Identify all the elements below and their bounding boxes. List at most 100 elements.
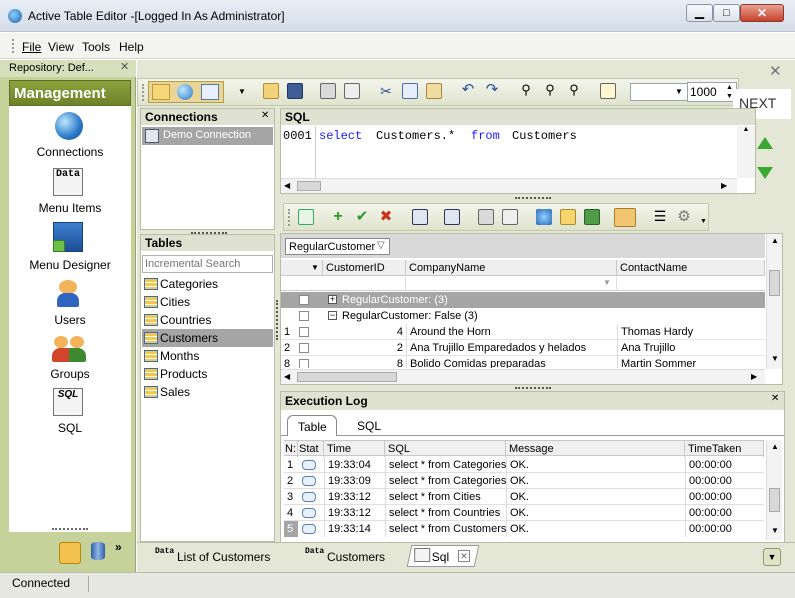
filter-cell[interactable]: ▼: [406, 277, 617, 291]
nav-sql[interactable]: SQL SQL: [9, 388, 131, 440]
undo-icon[interactable]: ↶: [460, 82, 476, 99]
scroll-down-icon[interactable]: ▼: [771, 526, 779, 535]
find-next-icon[interactable]: ⚲: [542, 83, 558, 99]
group-row-true[interactable]: + RegularCustomer: (3): [281, 292, 765, 308]
table-row[interactable]: 1 4 Around the Horn Thomas Hardy: [281, 324, 765, 340]
sql-editor[interactable]: 0001 select Customers.* from Customers: [281, 126, 737, 178]
filter-cell[interactable]: [323, 277, 406, 291]
expand-icon[interactable]: +: [328, 295, 337, 304]
close-icon[interactable]: ✕: [771, 393, 779, 404]
maximize-button[interactable]: □: [713, 4, 740, 22]
vertical-splitter[interactable]: [276, 300, 278, 340]
sidebar-splitter[interactable]: [52, 528, 88, 531]
log-col-message[interactable]: Message: [506, 441, 685, 457]
row-checkbox[interactable]: [299, 295, 309, 305]
log-col-sql[interactable]: SQL: [385, 441, 506, 457]
chart-icon[interactable]: [536, 209, 552, 225]
splitter[interactable]: [515, 197, 551, 199]
green-up-icon[interactable]: [757, 137, 773, 149]
print-icon[interactable]: [320, 83, 336, 99]
connection-select[interactable]: ▼: [630, 83, 688, 101]
sql-vscroll[interactable]: ▲: [737, 126, 755, 178]
group-row-false[interactable]: − RegularCustomer: False (3): [281, 308, 765, 324]
nav-connections[interactable]: Connections: [9, 112, 131, 164]
cell-customerid[interactable]: 2: [341, 340, 403, 356]
cell-contactname[interactable]: Martin Sommer: [617, 356, 765, 368]
lock-icon[interactable]: [59, 542, 81, 564]
table-row[interactable]: 4 19:33:12 select * from Countries OK. 0…: [284, 505, 764, 521]
row-checkbox[interactable]: [299, 359, 309, 368]
refresh-icon[interactable]: [298, 209, 314, 225]
cut-icon[interactable]: ✂: [378, 83, 394, 99]
close-tab-icon[interactable]: ✕: [458, 550, 470, 562]
list-item[interactable]: Months: [142, 347, 273, 365]
cell-companyname[interactable]: Around the Horn: [406, 324, 617, 340]
cell-customerid[interactable]: 8: [341, 356, 403, 368]
print-icon[interactable]: [478, 209, 494, 225]
table-row[interactable]: 2 19:33:09 select * from Categories OK. …: [284, 473, 764, 489]
group-by-chip[interactable]: RegularCustomer ▽: [285, 238, 390, 255]
cancel-icon[interactable]: ✖: [378, 209, 394, 225]
scroll-right-icon[interactable]: ▶: [721, 181, 727, 190]
save-icon[interactable]: [287, 83, 303, 99]
scroll-thumb[interactable]: [297, 181, 321, 191]
minimize-button[interactable]: ▁: [686, 4, 713, 22]
row-checkbox[interactable]: [299, 327, 309, 337]
image-icon[interactable]: [584, 209, 600, 225]
row-checkbox[interactable]: [299, 311, 309, 321]
cell-companyname[interactable]: Bolido Comidas preparadas: [406, 356, 617, 368]
redo-icon[interactable]: ↷: [484, 82, 500, 99]
column-header-contactname[interactable]: ContactName: [617, 260, 765, 276]
edit-note-icon[interactable]: [600, 83, 616, 99]
cell-customerid[interactable]: 4: [341, 324, 403, 340]
log-col-time[interactable]: Time: [324, 441, 385, 457]
tabs-menu-button[interactable]: ▼: [763, 548, 781, 566]
sql-hscroll[interactable]: ◀ ▶: [281, 178, 737, 193]
chevron-more-icon[interactable]: »: [115, 540, 122, 554]
tab-sql-active[interactable]: Sql ✕: [406, 545, 480, 567]
scroll-right-icon[interactable]: ▶: [751, 372, 757, 381]
find-icon[interactable]: [444, 209, 460, 225]
collapse-icon[interactable]: −: [328, 311, 337, 320]
check-icon[interactable]: ✔: [354, 209, 370, 225]
list-item-selected[interactable]: Customers: [142, 329, 273, 347]
scroll-thumb[interactable]: [769, 488, 780, 512]
nav-menu-designer[interactable]: Menu Designer: [9, 222, 131, 276]
scroll-thumb[interactable]: [769, 270, 780, 296]
find-icon[interactable]: ⚲: [518, 83, 534, 99]
close-icon[interactable]: ✕: [120, 60, 129, 73]
nav-menu-items[interactable]: Data Menu Items: [9, 168, 131, 220]
list-item[interactable]: Categories: [142, 275, 273, 293]
settings-icon[interactable]: ⚙: [676, 209, 692, 225]
connection-item[interactable]: Demo Connection: [142, 127, 273, 145]
paste-icon[interactable]: [426, 83, 442, 99]
cell-contactname[interactable]: Thomas Hardy: [617, 324, 765, 340]
open-icon[interactable]: [263, 83, 279, 99]
grid-vscroll[interactable]: ▲ ▼: [766, 234, 782, 369]
list-item[interactable]: Countries: [142, 311, 273, 329]
scroll-left-icon[interactable]: ◀: [284, 372, 290, 381]
log-col-timetaken[interactable]: TimeTaken: [685, 441, 764, 457]
export-icon[interactable]: [412, 209, 428, 225]
cell-contactname[interactable]: Ana Trujillo: [617, 340, 765, 356]
close-icon[interactable]: ✕: [261, 110, 269, 121]
tab-list-of-customers[interactable]: Data List of Customers: [149, 547, 289, 567]
table-row-selected[interactable]: 5 19:33:14 select * from Customers OK. 0…: [284, 521, 764, 537]
menu-file[interactable]: File: [22, 40, 41, 54]
cell-companyname[interactable]: Ana Trujillo Emparedados y helados: [406, 340, 617, 356]
splitter[interactable]: [515, 387, 551, 389]
scroll-left-icon[interactable]: ◀: [284, 181, 290, 190]
tab-customers[interactable]: Data Customers: [299, 547, 409, 567]
tab-sql[interactable]: SQL: [347, 415, 387, 436]
nav-groups[interactable]: Groups: [9, 334, 131, 386]
log-vscroll[interactable]: ▲ ▼: [766, 440, 782, 540]
sql-mode-icon[interactable]: [152, 84, 170, 100]
green-down-icon[interactable]: [757, 167, 773, 179]
row-limit-input[interactable]: 1000 ▲ ▼: [687, 82, 737, 102]
column-header-companyname[interactable]: CompanyName: [406, 260, 617, 276]
replace-icon[interactable]: ⚲: [566, 83, 582, 99]
column-header-customerid[interactable]: CustomerID: [323, 260, 406, 276]
copy-icon[interactable]: [402, 83, 418, 99]
globe-mode-icon[interactable]: [177, 84, 193, 100]
header-selector[interactable]: ▼: [281, 260, 323, 276]
